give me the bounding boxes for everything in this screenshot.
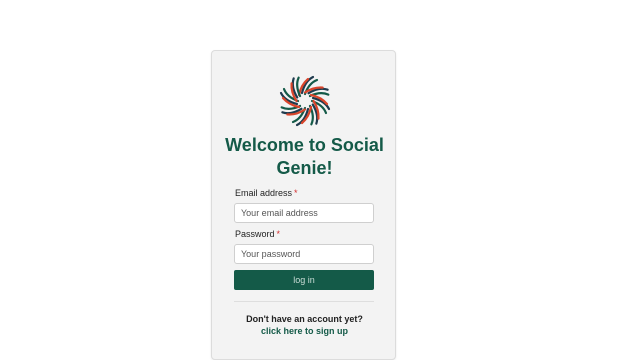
starburst-logo-icon	[278, 74, 332, 128]
password-field[interactable]	[234, 244, 374, 264]
login-card: Welcome to Social Genie! Email address * …	[211, 50, 396, 360]
password-label-text: Password	[235, 229, 275, 239]
email-label: Email address *	[235, 188, 298, 198]
logo-petals	[278, 74, 332, 128]
required-marker: *	[294, 188, 298, 198]
no-account-text: Don't have an account yet?	[246, 314, 363, 324]
email-label-text: Email address	[235, 188, 293, 198]
page-title: Welcome to Social Genie!	[225, 135, 384, 178]
required-marker: *	[276, 229, 281, 239]
email-field[interactable]	[234, 203, 374, 223]
divider	[234, 301, 374, 302]
password-label: Password *	[235, 229, 280, 239]
signup-link[interactable]: click here to sign up	[212, 326, 397, 336]
login-button[interactable]: log in	[234, 270, 374, 290]
